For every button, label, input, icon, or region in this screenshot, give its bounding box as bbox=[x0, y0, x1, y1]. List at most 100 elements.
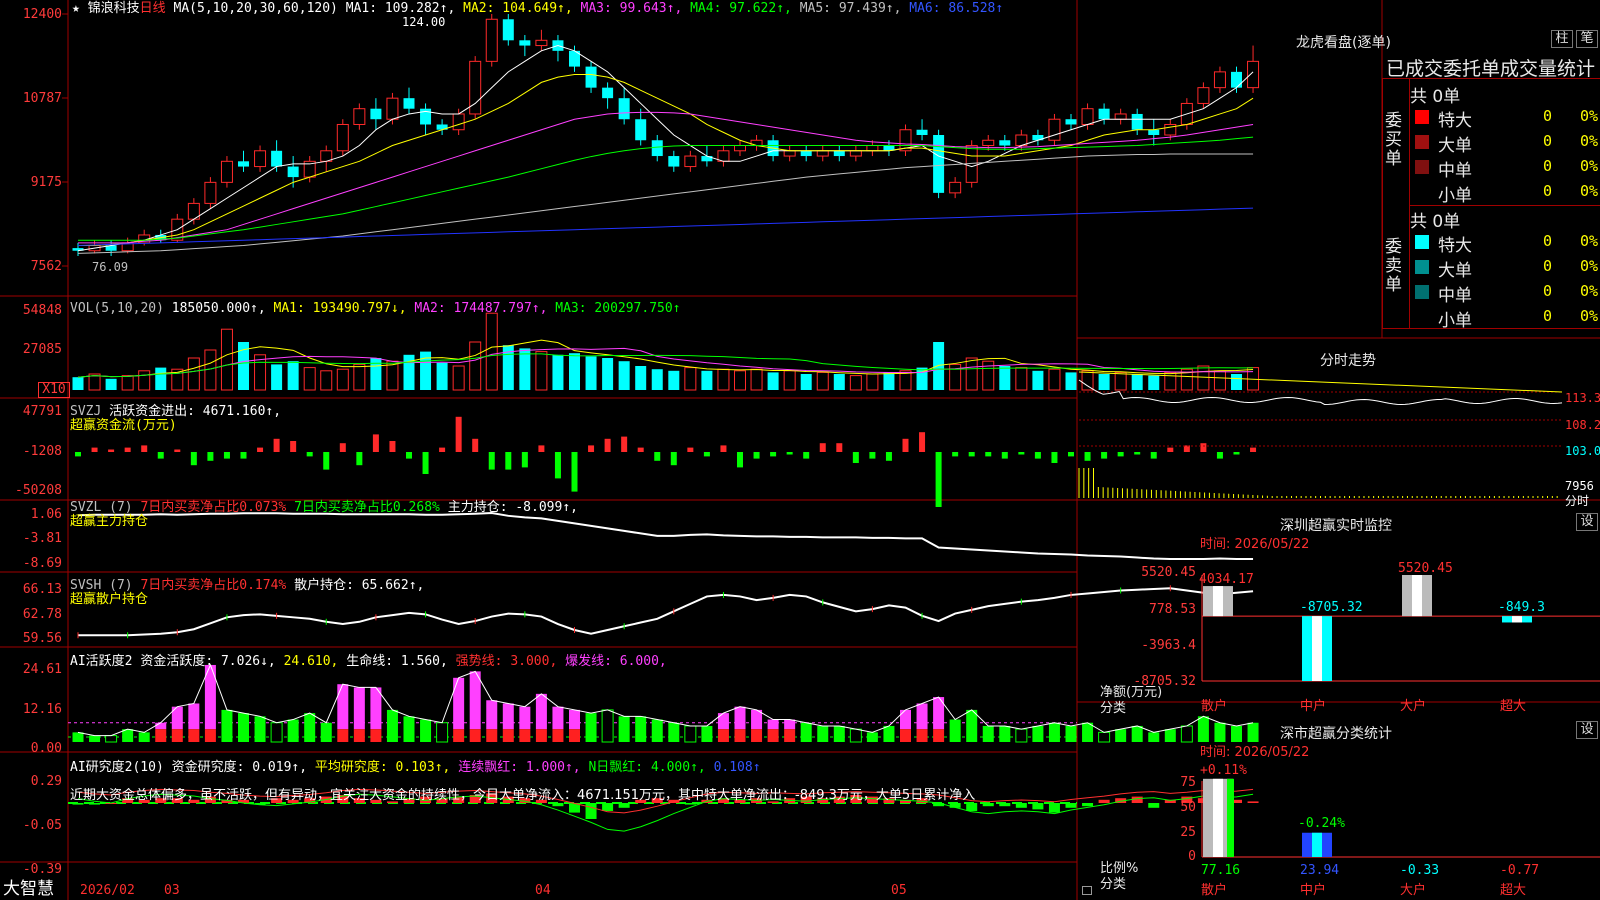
candle-body bbox=[800, 150, 812, 157]
volume-bar bbox=[320, 370, 333, 391]
fund-flow-bar bbox=[1134, 452, 1141, 455]
fund-flow-bar bbox=[257, 447, 264, 452]
activity-bar bbox=[552, 706, 564, 730]
buy-total: 共 0单 bbox=[1410, 87, 1461, 107]
sz-monitor-category: 散户 bbox=[1201, 699, 1228, 714]
order-row-count: 0 bbox=[1543, 157, 1553, 175]
fund-flow-bar bbox=[157, 452, 164, 459]
order-row-percent: 0% bbox=[1580, 132, 1599, 150]
ai-axis-2: 0.00 bbox=[30, 741, 62, 756]
intraday-axis-1: 108.2 bbox=[1565, 418, 1600, 432]
divider bbox=[1409, 78, 1410, 328]
fund-flow-bar bbox=[174, 449, 181, 452]
intraday-axis-2: 103.0 bbox=[1565, 444, 1600, 458]
volume-bar bbox=[701, 370, 713, 390]
activity-bar bbox=[1098, 731, 1111, 743]
stock-name[interactable]: 锦浪科技 bbox=[88, 1, 140, 16]
date-label-may: 05 bbox=[891, 883, 907, 898]
activity-bar bbox=[188, 703, 200, 730]
candle-body bbox=[1048, 118, 1061, 141]
ma-header: MA(5,10,20,30,60,120) bbox=[173, 1, 338, 16]
order-row-percent: 0% bbox=[1580, 307, 1599, 325]
candle-body bbox=[866, 145, 879, 152]
candle-body bbox=[1065, 119, 1077, 125]
order-row-percent: 0% bbox=[1580, 107, 1599, 125]
activity-bar-base bbox=[486, 729, 498, 742]
candle-body bbox=[271, 150, 283, 167]
order-row-percent: 0% bbox=[1580, 232, 1599, 250]
activity-bar bbox=[270, 722, 283, 743]
fund-flow-bar bbox=[1167, 447, 1174, 452]
sz-monitor-settings-button[interactable]: 设 bbox=[1576, 513, 1598, 531]
legend-swatch bbox=[1415, 160, 1429, 174]
fund-flow-bar bbox=[885, 452, 892, 461]
sz-monitor-axis-1: 778.53 bbox=[1149, 602, 1196, 617]
sz-class-settings-button[interactable]: 设 bbox=[1576, 721, 1598, 739]
column-view-button[interactable]: 柱 bbox=[1551, 30, 1573, 48]
activity-bar bbox=[1131, 725, 1143, 742]
tick-view-button[interactable]: 笔 bbox=[1576, 30, 1598, 48]
activity-bar bbox=[320, 722, 332, 742]
activity-bar bbox=[155, 722, 167, 730]
fund-flow-bar bbox=[190, 452, 197, 466]
fund-flow-bar bbox=[902, 438, 909, 452]
lock-icon[interactable] bbox=[1082, 886, 1092, 895]
svzl-header: SVZL (7) 7日内买卖净占比0.073% 7日内买卖净占比0.268% 主… bbox=[70, 500, 578, 515]
activity-bar bbox=[1214, 722, 1226, 742]
activity-bar bbox=[800, 722, 812, 742]
activity-bar bbox=[1032, 725, 1044, 742]
volume-bar bbox=[386, 360, 399, 391]
activity-bar bbox=[949, 719, 961, 742]
candle-body bbox=[1231, 71, 1242, 88]
candle-body bbox=[849, 150, 862, 157]
brand-logo[interactable]: 大智慧 bbox=[3, 880, 54, 899]
sz-monitor-value-label: 4034.17 bbox=[1199, 572, 1254, 588]
candle-body bbox=[618, 98, 630, 120]
activity-bar bbox=[668, 722, 680, 742]
fund-flow-bar bbox=[339, 443, 346, 452]
candle-body bbox=[336, 123, 349, 152]
divider bbox=[1382, 328, 1600, 329]
volume-bar bbox=[883, 372, 895, 390]
star-icon[interactable]: ★ bbox=[72, 1, 80, 16]
sz-monitor-bar-highlight bbox=[1312, 616, 1322, 681]
low-label: 76.09 bbox=[92, 260, 129, 274]
sz-monitor-value-label: 5520.45 bbox=[1398, 561, 1453, 576]
fund-flow-bar bbox=[273, 438, 280, 452]
fund-flow-bar bbox=[554, 452, 561, 479]
svsh-position: 散户持仓: 65.662↑, bbox=[294, 578, 425, 593]
activity-bar bbox=[1115, 729, 1127, 742]
research-bar bbox=[585, 803, 597, 819]
fund-flow-bar bbox=[604, 438, 611, 452]
sz-class-value-label: 23.94 bbox=[1300, 863, 1340, 878]
activity-bar bbox=[1048, 722, 1060, 742]
activity-bar bbox=[701, 725, 713, 742]
volume-bar bbox=[1148, 375, 1160, 390]
fund-flow-bar bbox=[720, 445, 727, 452]
order-row-count: 0 bbox=[1543, 107, 1553, 125]
candle-body bbox=[1148, 129, 1160, 136]
volume-bar bbox=[485, 312, 498, 391]
candle-body bbox=[585, 66, 597, 88]
dragon-tabs[interactable]: 已成交委托单成交量统计 bbox=[1386, 54, 1595, 81]
sz-class-date: 时间: 2026/05/22 bbox=[1200, 745, 1310, 760]
volume-bar bbox=[816, 371, 829, 391]
activity-bar bbox=[767, 719, 779, 730]
fund-flow-bar bbox=[1051, 452, 1058, 463]
fund-flow-bar bbox=[223, 452, 230, 459]
volume-bar bbox=[651, 369, 663, 390]
fund-flow-bar bbox=[852, 452, 859, 463]
activity-bar bbox=[569, 709, 580, 730]
activity-bar-base bbox=[751, 729, 763, 742]
candle-body bbox=[204, 181, 217, 204]
buy-orders-label: 委买单 bbox=[1385, 111, 1402, 169]
activity-bar bbox=[1164, 729, 1176, 742]
research-bar bbox=[1131, 796, 1143, 803]
candle-body bbox=[254, 150, 267, 168]
activity-bar bbox=[982, 725, 994, 742]
period-label[interactable]: 日线 bbox=[140, 1, 166, 16]
activity-bar-base bbox=[734, 729, 746, 742]
activity-bar bbox=[304, 713, 316, 742]
sz-class-bar-highlight bbox=[1213, 778, 1223, 857]
sz-monitor-axis-2: -3963.4 bbox=[1141, 638, 1196, 653]
